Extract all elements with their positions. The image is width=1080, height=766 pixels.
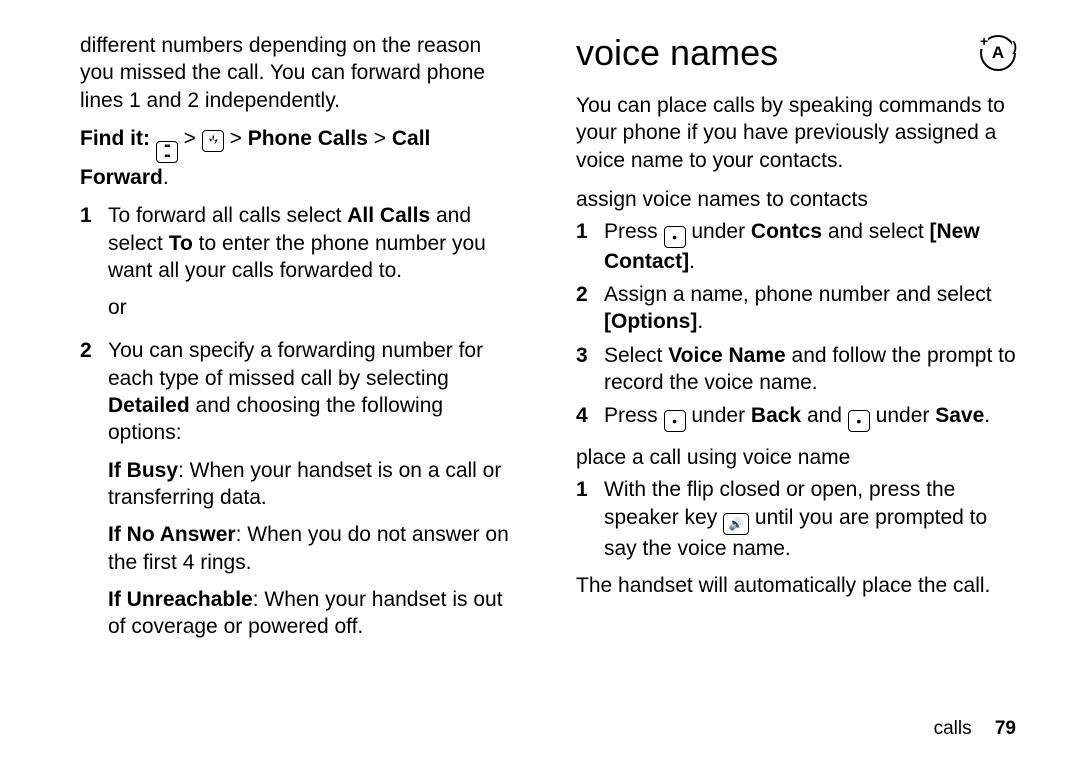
text: Assign a name, phone number and select (604, 283, 992, 306)
list-item: 2 You can specify a forwarding number fo… (80, 337, 520, 640)
step-body: You can specify a forwarding number for … (108, 337, 520, 640)
accessibility-icon: + A ) (980, 35, 1016, 71)
bold-text: [Options] (604, 310, 697, 333)
softkey-icon (848, 410, 870, 432)
step-number: 4 (576, 402, 604, 432)
step-body: Assign a name, phone number and select [… (604, 281, 1016, 336)
softkey-icon (664, 410, 686, 432)
step-number: 1 (80, 202, 108, 331)
step-body: With the flip closed or open, press the … (604, 476, 1016, 562)
bold-text: To (169, 232, 193, 255)
step-number: 2 (576, 281, 604, 336)
text: under (870, 404, 935, 427)
text: under (686, 404, 751, 427)
intro-paragraph: You can place calls by speaking commands… (576, 92, 1016, 174)
bold-text: Detailed (108, 394, 190, 417)
text: . (689, 250, 695, 273)
text: and select (822, 220, 929, 243)
list-item: 2 Assign a name, phone number and select… (576, 281, 1016, 336)
step-body: Press under Back and under Save. (604, 402, 1016, 432)
step-number: 3 (576, 342, 604, 397)
text: To forward all calls select (108, 204, 347, 227)
place-steps: 1 With the flip closed or open, press th… (576, 476, 1016, 562)
right-column: voice names + A ) You can place calls by… (576, 32, 1016, 650)
text: You can specify a forwarding number for … (108, 339, 483, 389)
title-text: voice names (576, 32, 778, 74)
step-body: Press under Contcs and select [New Conta… (604, 218, 1016, 275)
list-item: 3 Select Voice Name and follow the promp… (576, 342, 1016, 397)
softkey-icon (664, 226, 686, 248)
if-unreachable: If Unreachable: When your handset is out… (108, 586, 520, 641)
step-body: To forward all calls select All Calls an… (108, 202, 520, 331)
step-number: 1 (576, 476, 604, 562)
or-text: or (108, 294, 520, 321)
bold-text: If Busy (108, 459, 178, 482)
list-item: 1 Press under Contcs and select [New Con… (576, 218, 1016, 275)
text: . (697, 310, 703, 333)
bold-text: All Calls (347, 204, 430, 227)
list-item: 1 With the flip closed or open, press th… (576, 476, 1016, 562)
speaker-key-icon: 🔊 (723, 513, 749, 535)
bold-text: Voice Name (668, 344, 786, 367)
bold-text: Contcs (751, 220, 822, 243)
bold-text: Back (751, 404, 801, 427)
text: and (801, 404, 848, 427)
tools-icon (202, 130, 224, 152)
if-busy: If Busy: When your handset is on a call … (108, 457, 520, 512)
section-label: calls (934, 718, 972, 739)
text: Press (604, 220, 664, 243)
section-title: voice names + A ) (576, 32, 1016, 74)
if-no-answer: If No Answer: When you do not answer on … (108, 521, 520, 576)
closing-paragraph: The handset will automatically place the… (576, 572, 1016, 599)
text: under (686, 220, 751, 243)
text: . (984, 404, 990, 427)
subheading-assign: assign voice names to contacts (576, 188, 1016, 212)
step-body: Select Voice Name and follow the prompt … (604, 342, 1016, 397)
left-column: different numbers depending on the reaso… (80, 32, 520, 650)
menu-icon: ▪▪▪▪ (156, 141, 178, 163)
list-item: 4 Press under Back and under Save. (576, 402, 1016, 432)
find-it-line: Find it: ▪▪▪▪ > > Phone Calls > Call For… (80, 124, 520, 192)
page-footer: calls 79 (934, 718, 1016, 740)
find-it-label: Find it: (80, 127, 150, 150)
bold-text: If Unreachable (108, 588, 253, 611)
subheading-place: place a call using voice name (576, 446, 1016, 470)
text: Press (604, 404, 664, 427)
text: Select (604, 344, 668, 367)
page-number: 79 (995, 718, 1016, 739)
bold-text: Save (935, 404, 984, 427)
left-steps: 1 To forward all calls select All Calls … (80, 202, 520, 640)
step-number: 1 (576, 218, 604, 275)
step-number: 2 (80, 337, 108, 640)
intro-paragraph: different numbers depending on the reaso… (80, 32, 520, 114)
bold-text: If No Answer (108, 523, 236, 546)
list-item: 1 To forward all calls select All Calls … (80, 202, 520, 331)
find-it-path-1: Phone Calls (248, 127, 368, 150)
assign-steps: 1 Press under Contcs and select [New Con… (576, 218, 1016, 432)
